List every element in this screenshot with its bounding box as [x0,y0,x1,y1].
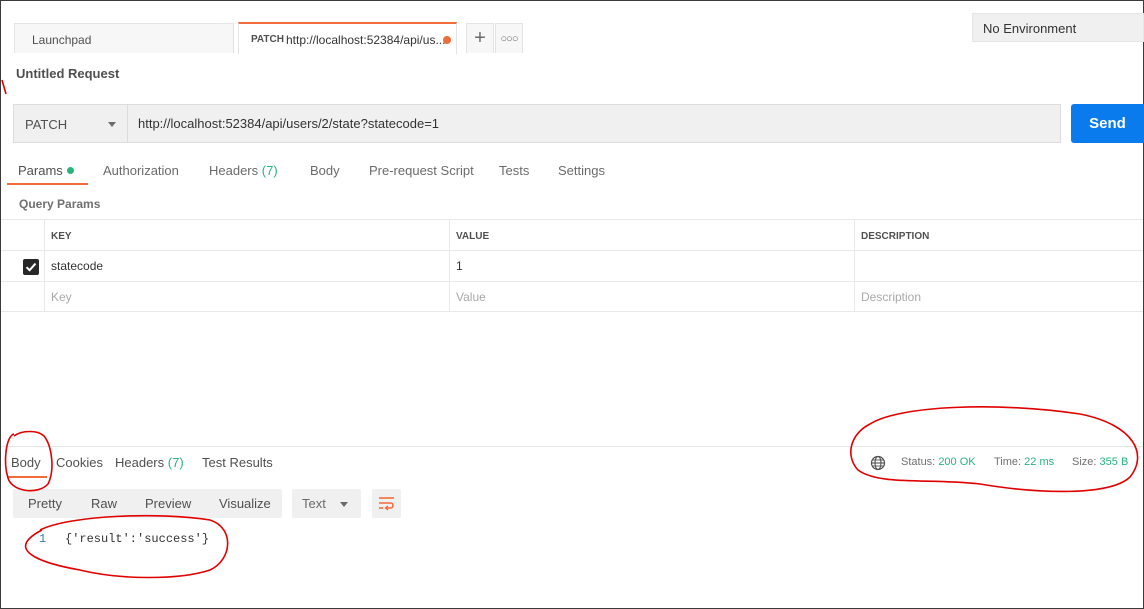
request-title: Untitled Request [16,66,120,81]
header-description-cell: DESCRIPTION [854,220,1143,250]
tab-settings[interactable]: Settings [558,163,605,178]
size-info: Size: 355 B [1072,456,1128,468]
status-info: Status: 200 OK [901,456,976,468]
response-tab-test-results-label: Test Results [202,455,273,470]
format-pretty[interactable]: Pretty [28,496,62,511]
time-value[interactable]: 22 ms [1024,456,1054,468]
url-input[interactable] [128,104,1061,143]
tab-params[interactable]: Params [18,163,74,178]
environment-label: No Environment [983,21,1077,36]
response-tab-cookies[interactable]: Cookies [56,455,103,470]
unsaved-indicator [443,36,451,44]
tab-headers-count: (7) [261,163,278,178]
response-divider [1,446,1143,447]
key-placeholder: Key [51,290,72,304]
new-tab-button[interactable]: + [466,23,494,53]
value-placeholder: Value [456,290,486,304]
new-key-cell[interactable]: Key [44,282,449,311]
tab-tests-label: Tests [499,163,530,178]
tab-authorization[interactable]: Authorization [103,163,179,178]
tab-authorization-label: Authorization [103,163,179,178]
response-tab-cookies-label: Cookies [56,455,103,470]
header-value-cell: VALUE [449,220,854,250]
language-value: Text [302,496,326,511]
tab-body[interactable]: Body [310,163,340,178]
tab-options-button[interactable]: ○○○ [495,23,523,53]
description-placeholder: Description [861,290,922,304]
tab-strip: Launchpad PATCH http://localhost:52384/a… [1,1,1144,54]
plus-icon: + [474,27,486,49]
size-label: Size: [1072,456,1097,468]
globe-icon[interactable] [870,455,886,471]
active-tab-underline [7,183,88,185]
query-params-title: Query Params [19,197,101,211]
tab-headers-label: Headers [209,163,259,178]
ellipsis-icon: ○○○ [500,33,519,45]
tab-settings-label: Settings [558,163,605,178]
language-select[interactable]: Text [292,489,361,518]
status-value[interactable]: 200 OK [938,456,975,468]
tab-tests[interactable]: Tests [499,163,529,178]
response-headers-count: (7) [167,455,184,470]
new-value-cell[interactable]: Value [449,282,854,311]
param-key-cell[interactable]: statecode [44,251,449,281]
response-tab-body[interactable]: Body [11,455,41,470]
tab-launchpad-label: Launchpad [32,33,92,47]
response-active-underline [7,476,47,478]
header-key: KEY [51,231,72,242]
size-value[interactable]: 355 B [1100,456,1129,468]
line-number: 1 [39,532,47,546]
time-info: Time: 22 ms [994,456,1054,468]
response-tab-headers[interactable]: Headers (7) [115,455,184,470]
empty-check-cell [1,282,44,311]
param-checkbox[interactable] [23,259,39,275]
tab-body-label: Body [310,163,340,178]
tab-headers[interactable]: Headers (7) [209,163,278,178]
response-tab-body-label: Body [11,455,41,470]
status-label: Status: [901,456,936,468]
table-header-row: KEY VALUE DESCRIPTION [1,219,1143,250]
tab-prerequest-label: Pre-request Script [369,163,474,178]
method-select[interactable]: PATCH [13,104,128,143]
table-row-empty: Key Value Description [1,281,1143,312]
param-description-cell[interactable] [854,251,1143,281]
param-value: 1 [456,259,463,273]
tab-prerequest-script[interactable]: Pre-request Script [369,163,474,178]
tab-method-label: PATCH [251,34,284,45]
method-value: PATCH [25,117,68,132]
environment-select[interactable]: No Environment [972,13,1144,42]
format-raw[interactable]: Raw [91,496,117,511]
response-tab-test-results[interactable]: Test Results [202,455,273,470]
new-description-cell[interactable]: Description [854,282,1143,311]
tab-url-label: http://localhost:52384/api/us... [286,33,446,47]
send-button[interactable]: Send [1071,104,1144,143]
response-tab-headers-label: Headers [115,455,165,470]
header-description: DESCRIPTION [861,231,930,242]
header-check-cell [1,220,44,250]
header-key-cell: KEY [44,220,449,250]
header-value: VALUE [456,231,490,242]
params-active-dot [66,167,74,174]
chevron-down-icon [108,122,116,127]
chevron-down-icon [340,502,348,507]
format-preview[interactable]: Preview [145,496,191,511]
row-check-cell [1,251,44,281]
table-row: statecode 1 [1,250,1143,281]
time-label: Time: [994,456,1022,468]
wrap-lines-button[interactable] [372,489,401,518]
tab-patch-request[interactable]: PATCH http://localhost:52384/api/us... [238,22,457,54]
wrap-lines-icon [379,497,394,511]
format-visualize[interactable]: Visualize [219,496,271,511]
checkmark-icon [25,262,37,272]
tab-launchpad[interactable]: Launchpad [14,23,234,53]
param-key: statecode [51,259,104,273]
tab-params-label: Params [18,163,63,178]
response-body-code: {'result':'success'} [65,532,210,546]
param-value-cell[interactable]: 1 [449,251,854,281]
